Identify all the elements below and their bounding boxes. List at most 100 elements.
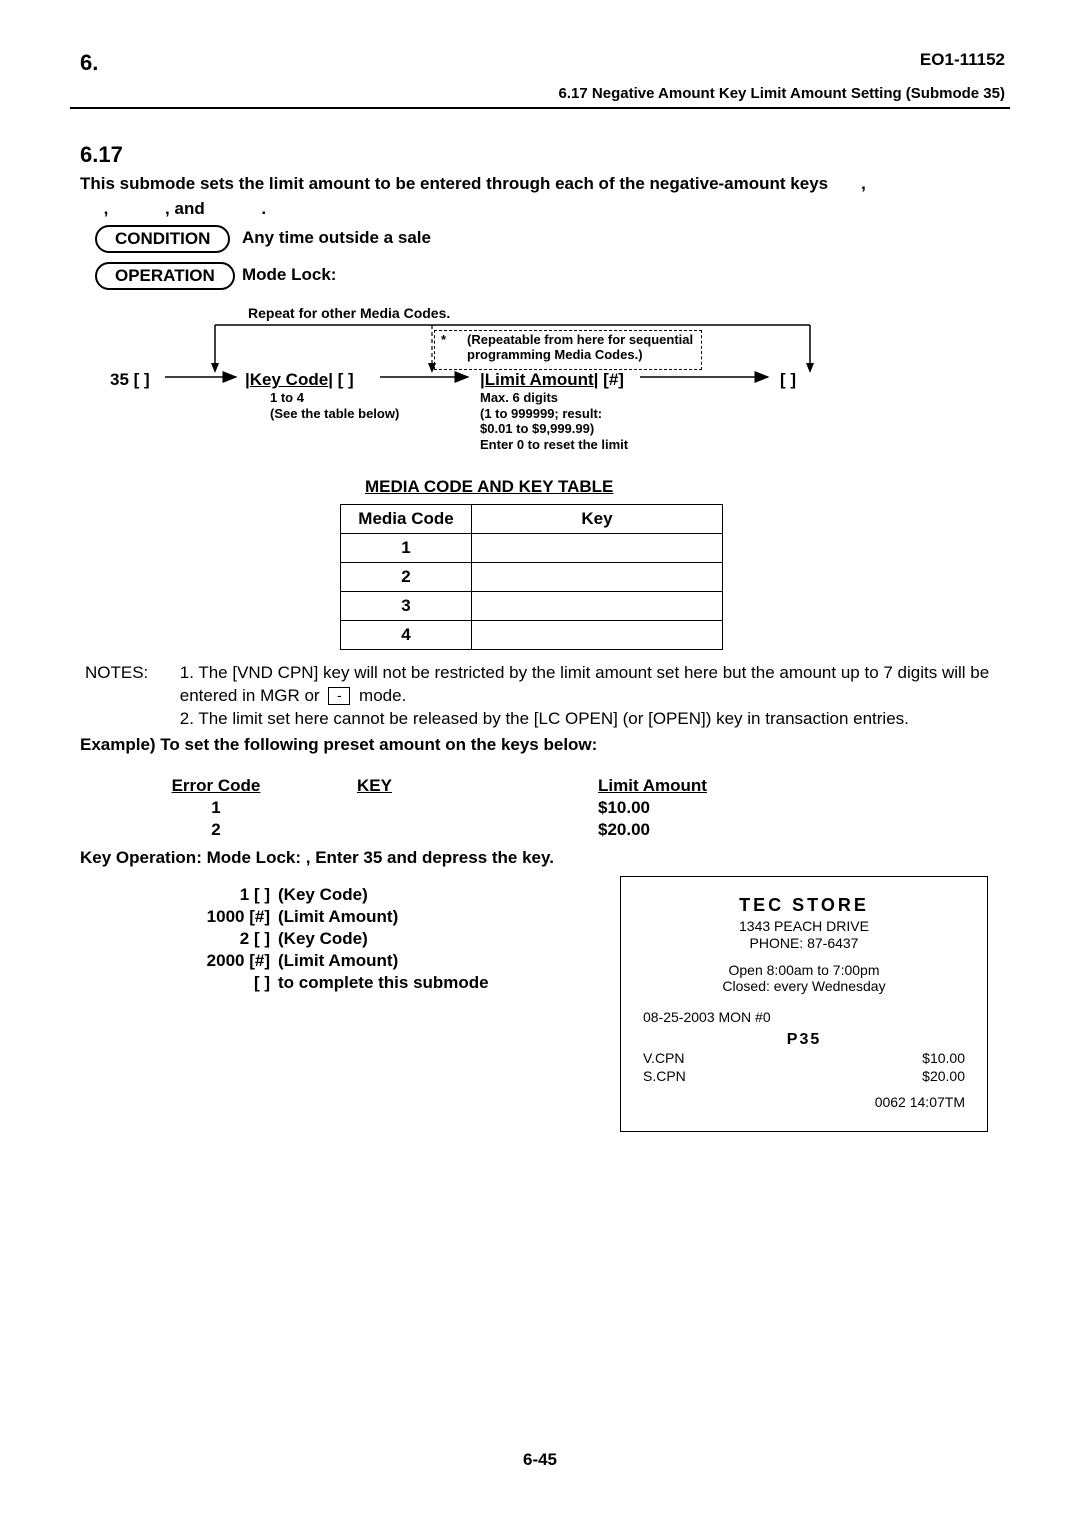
keyop-row: 2000 [#] (Limit Amount) (160, 950, 558, 972)
operation-pill: OPERATION (95, 262, 235, 290)
condition-label: CONDITION (95, 225, 230, 253)
cell-key-4 (472, 621, 723, 650)
receipt-phone: PHONE: 87-6437 (643, 935, 965, 952)
note-asterisk: * (441, 333, 446, 348)
step1-text: 35 [ (110, 370, 139, 389)
notes-block: NOTES: 1. The [VND CPN] key will not be … (85, 662, 1005, 731)
step-limit: |Limit Amount| [#] (480, 370, 624, 390)
note1-text: 1. The [VND CPN] key will not be restric… (180, 663, 989, 705)
cell-code-3: 3 (341, 592, 472, 621)
table-row: 1 (341, 534, 723, 563)
header-rule (70, 107, 1010, 109)
step-35: 35 [ ] (110, 370, 150, 390)
keyop-row: 2 [ ] (Key Code) (160, 928, 558, 950)
keycode-sub: 1 to 4 (See the table below) (270, 390, 399, 421)
limit-label: Limit Amount (485, 370, 594, 389)
example-table: Error Code KEY Limit Amount 1 $10.00 2 $… (135, 775, 818, 841)
keyop-2-key: 1000 [#] (160, 906, 278, 928)
step-end: [ ] (780, 370, 796, 390)
notes-label: NOTES: (85, 662, 175, 685)
keyop-row: 1 [ ] (Key Code) (160, 884, 558, 906)
key-operation-title: Key Operation: Mode Lock: , Enter 35 and… (80, 848, 554, 868)
keycode-bracket: [ ] (338, 370, 354, 389)
step-keycode: |Key Code| [ ] (245, 370, 354, 390)
ex-h2: KEY (357, 776, 392, 795)
receipt-l1-right: $10.00 (922, 1049, 965, 1067)
media-code-table: Media Code Key 1 2 3 4 (340, 504, 723, 650)
ex-r2-c1: 2 (135, 819, 356, 841)
cell-key-2 (472, 563, 723, 592)
intro-tail1: , (861, 174, 866, 193)
receipt-hours-open: Open 8:00am to 7:00pm (643, 962, 965, 979)
notes-body: 1. The [VND CPN] key will not be restric… (180, 662, 1000, 731)
keyop-3-desc: (Key Code) (278, 928, 558, 950)
receipt-line: S.CPN $20.00 (643, 1067, 965, 1085)
keycode-label: Key Code (250, 370, 328, 389)
keyop-4-key: 2000 [#] (160, 950, 278, 972)
media-table-title: MEDIA CODE AND KEY TABLE (365, 477, 613, 497)
keyop-1-key: 1 [ ] (160, 884, 278, 906)
th-key: Key (472, 505, 723, 534)
example-title: Example) To set the following preset amo… (80, 735, 597, 755)
note1-tail: mode. (359, 686, 406, 705)
keyop-2-desc: (Limit Amount) (278, 906, 558, 928)
cell-code-4: 4 (341, 621, 472, 650)
table-row: 4 (341, 621, 723, 650)
cell-code-1: 1 (341, 534, 472, 563)
key-operation-steps: 1 [ ] (Key Code) 1000 [#] (Limit Amount)… (160, 884, 558, 994)
intro-end: . (261, 199, 266, 218)
keyop-5-desc: to complete this submode (278, 972, 558, 994)
page: 6. EO1-11152 6.17 Negative Amount Key Li… (0, 0, 1080, 1528)
page-number: 6-45 (0, 1450, 1080, 1470)
example-header-row: Error Code KEY Limit Amount (135, 775, 818, 797)
section-num-text: 6.17 (80, 142, 123, 167)
repeat-note-text: (Repeatable from here for sequential pro… (467, 333, 697, 363)
note2-text: 2. The limit set here cannot be released… (180, 709, 909, 728)
receipt-store: TEC STORE (643, 895, 965, 916)
keyop-1-desc: (Key Code) (278, 884, 558, 906)
keyop-3-key: 2 [ ] (160, 928, 278, 950)
operation-label: OPERATION (95, 262, 235, 290)
receipt-line: V.CPN $10.00 (643, 1049, 965, 1067)
receipt: TEC STORE 1343 PEACH DRIVE PHONE: 87-643… (620, 876, 988, 1132)
th-media-code: Media Code (341, 505, 472, 534)
condition-pill: CONDITION (95, 225, 230, 253)
keyop-row: [ ] to complete this submode (160, 972, 558, 994)
receipt-hours-closed: Closed: every Wednesday (643, 978, 965, 995)
receipt-l2-right: $20.00 (922, 1067, 965, 1085)
intro-line1: This submode sets the limit amount to be… (80, 174, 828, 193)
keyop-4-desc: (Limit Amount) (278, 950, 558, 972)
limit-bracket: [#] (603, 370, 624, 389)
section-number: 6.17 (80, 142, 178, 168)
ex-h1: Error Code (172, 776, 261, 795)
receipt-mode: P35 (643, 1031, 965, 1049)
condition-text: Any time outside a sale (242, 228, 431, 248)
end-bracket: [ ] (780, 370, 796, 389)
cell-key-3 (472, 592, 723, 621)
header-doc-id: EO1-11152 (920, 50, 1005, 70)
table-header-row: Media Code Key (341, 505, 723, 534)
keycode-sub2: (See the table below) (270, 406, 399, 421)
repeat-label: Repeat for other Media Codes. (248, 305, 450, 321)
cell-code-2: 2 (341, 563, 472, 592)
ex-r2-c2 (356, 819, 597, 841)
receipt-l1-left: V.CPN (643, 1049, 685, 1067)
receipt-date: 08-25-2003 MON #0 (643, 1009, 965, 1025)
example-row: 1 $10.00 (135, 797, 818, 819)
receipt-timestamp: 0062 14:07TM (643, 1094, 965, 1110)
receipt-address: 1343 PEACH DRIVE (643, 918, 965, 935)
example-row: 2 $20.00 (135, 819, 818, 841)
flow-diagram: Repeat for other Media Codes. * (Repeata… (110, 295, 1010, 450)
repeat-note-box: * (Repeatable from here for sequential p… (434, 330, 702, 370)
operation-text: Mode Lock: (242, 265, 351, 285)
keyop-5-key: [ ] (160, 972, 278, 994)
intro-mid: , (104, 199, 109, 218)
operation-text-value: Mode Lock: (242, 265, 336, 284)
limit-sub: Max. 6 digits (1 to 999999; result: $0.0… (480, 390, 730, 452)
ex-r1-c2 (356, 797, 597, 819)
keyop-row: 1000 [#] (Limit Amount) (160, 906, 558, 928)
header-left: 6. (80, 50, 98, 76)
intro-and: , and (165, 199, 205, 218)
ex-r1-c1: 1 (135, 797, 356, 819)
cell-key-1 (472, 534, 723, 563)
